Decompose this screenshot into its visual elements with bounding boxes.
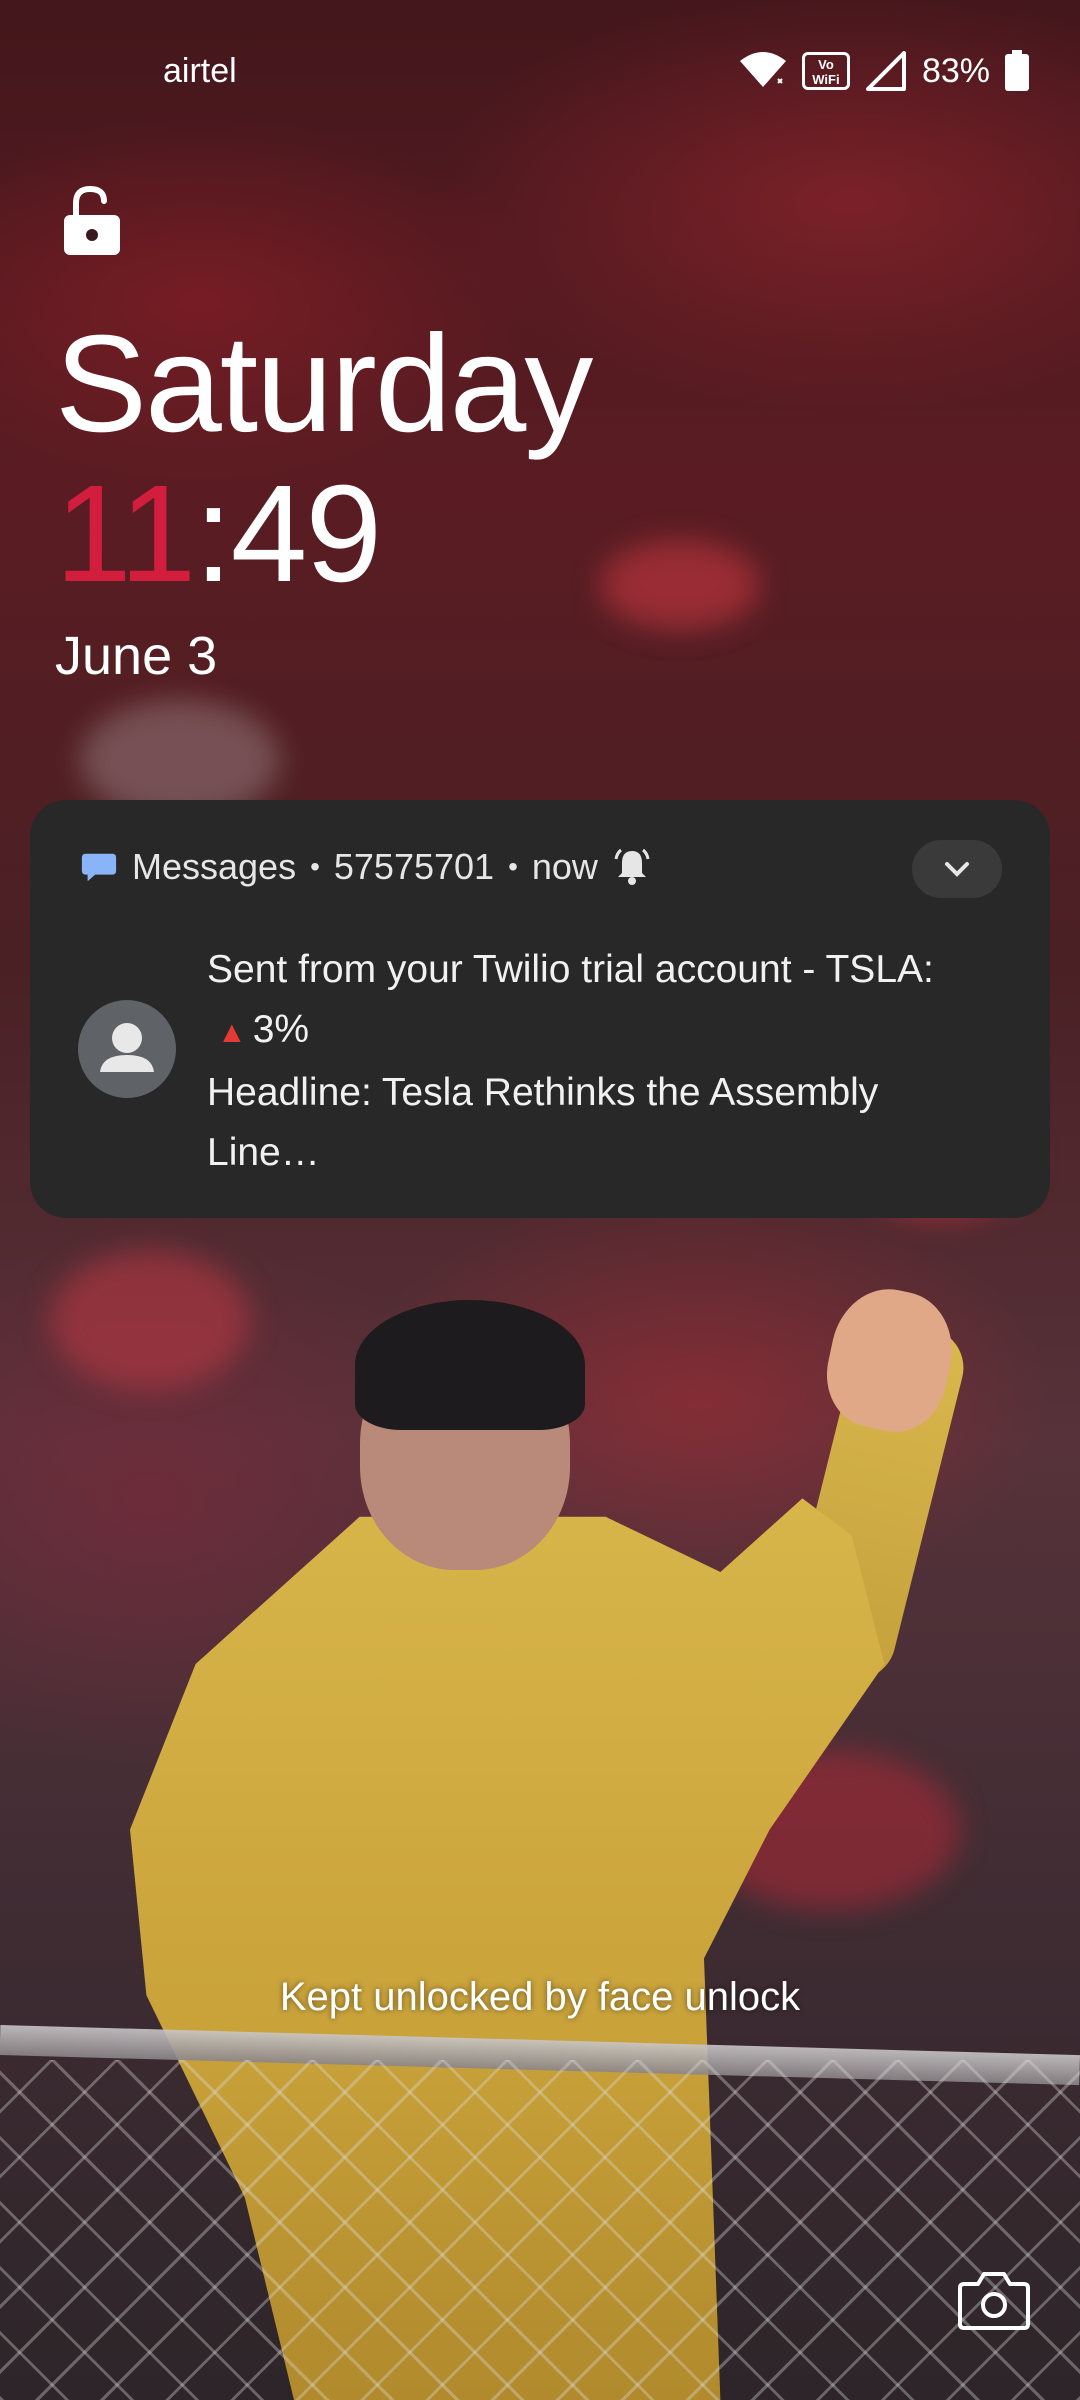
wallpaper-fence-mesh	[0, 2060, 1080, 2400]
camera-icon[interactable]	[958, 2270, 1030, 2330]
clock-hour: 11	[55, 457, 196, 611]
wallpaper-blur	[50, 1250, 250, 1390]
clock-minute: 49	[230, 457, 382, 611]
message-line-1: Sent from your Twilio trial account - TS…	[207, 948, 934, 991]
header-separator: •	[508, 851, 518, 882]
avatar-icon	[100, 1023, 154, 1072]
alert-bell-icon	[614, 848, 650, 885]
face-unlock-status: Kept unlocked by face unlock	[279, 1975, 801, 2019]
notification-header: Messages • 57575701 • now	[80, 846, 652, 888]
notification-sender: 57575701	[333, 846, 495, 887]
lockscreen-day: Saturday	[55, 307, 593, 461]
expand-notification-button[interactable]	[912, 840, 1002, 898]
battery-icon	[1005, 50, 1029, 91]
clock-separator: :	[194, 457, 232, 611]
vowifi-label-bottom: WiFi	[812, 72, 840, 87]
unlock-icon	[64, 185, 120, 255]
lockscreen-date: June 3	[55, 626, 218, 686]
message-change: 3%	[252, 1008, 310, 1051]
chevron-down-icon	[945, 862, 969, 877]
vowifi-label-top: Vo	[818, 57, 834, 72]
carrier-name: airtel	[163, 52, 237, 90]
status-bar: airtel Vo WiFi 83%	[0, 42, 1080, 102]
status-icons: Vo WiFi 83%	[738, 50, 1030, 92]
avatar	[78, 1000, 176, 1098]
message-line-2: ▲ 3%	[207, 1000, 1007, 1063]
notification-app-name: Messages	[132, 846, 297, 887]
vowifi-icon: Vo WiFi	[801, 52, 850, 90]
header-separator: •	[310, 851, 320, 882]
trend-up-icon: ▲	[217, 1016, 247, 1049]
message-line-4: Line…	[207, 1131, 320, 1174]
messages-icon	[81, 853, 117, 882]
signal-icon	[865, 51, 906, 91]
wallpaper-blur	[600, 540, 760, 630]
notification-message: Sent from your Twilio trial account - TS…	[207, 940, 1007, 1183]
lockscreen-time: 11:49	[55, 455, 382, 614]
notification-card[interactable]: Messages • 57575701 • now Sent from your…	[30, 800, 1050, 1218]
notification-time: now	[531, 846, 598, 887]
battery-percent: 83%	[921, 51, 990, 90]
message-line-3: Headline: Tesla Rethinks the Assembly	[207, 1071, 879, 1114]
wifi-icon	[739, 52, 786, 87]
wallpaper-cap	[355, 1300, 585, 1430]
